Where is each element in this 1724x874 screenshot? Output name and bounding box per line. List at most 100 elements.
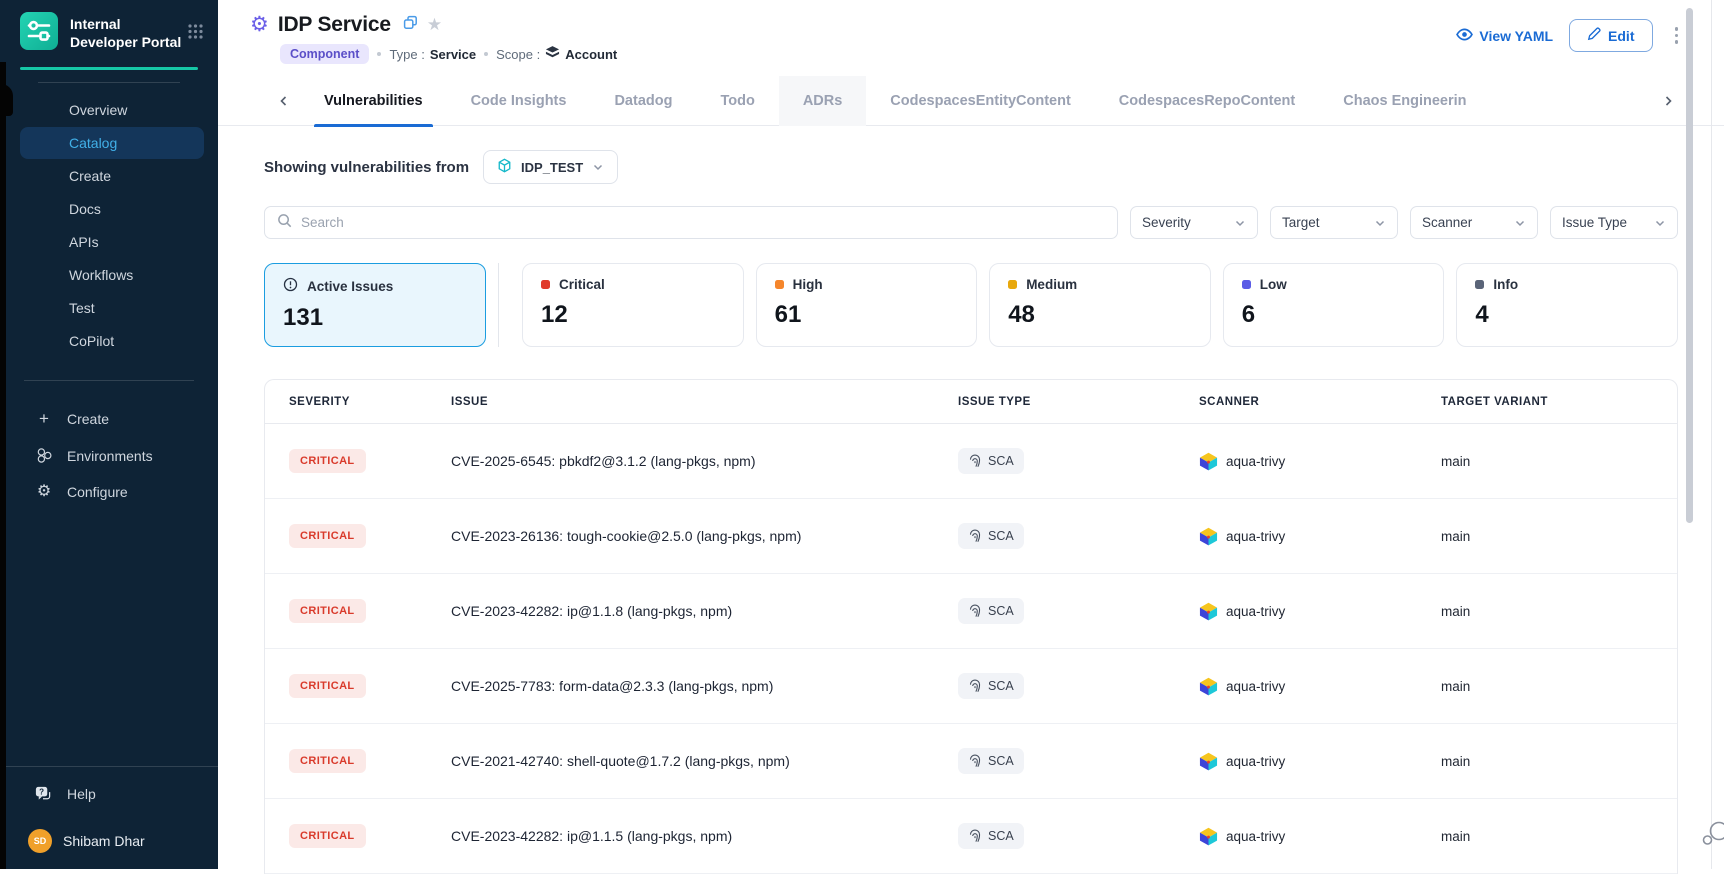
tab-code-insights[interactable]: Code Insights [447,76,591,126]
help-icon: ? [34,785,54,803]
low-card[interactable]: Low 6 [1223,263,1445,347]
medium-card[interactable]: Medium 48 [989,263,1211,347]
table-row[interactable]: CRITICAL CVE-2023-26136: tough-cookie@2.… [265,499,1677,574]
feedback-widget-icon[interactable] [1699,820,1724,855]
actions-divider [24,380,194,381]
copy-icon[interactable] [403,15,418,35]
target-select[interactable]: IDP_TEST [483,150,618,184]
sidebar-item-test[interactable]: Test [0,292,218,324]
sidebar-item-apis[interactable]: APIs [0,226,218,258]
sidebar-item-docs[interactable]: Docs [0,193,218,225]
search-box [264,206,1118,239]
stats-divider [498,263,499,347]
tab-bar: Vulnerabilities Code Insights Datadog To… [218,76,1724,126]
scanner-cell: aqua-trivy [1199,602,1441,621]
issue-type-chip: SCA [958,673,1024,699]
critical-card[interactable]: Critical 12 [522,263,744,347]
severity-filter-select[interactable]: Severity [1130,206,1258,239]
title-block: ⚙ IDP Service ★ Component Type : Service [250,13,1456,64]
info-value: 4 [1475,301,1659,329]
scope-bar-label: Showing vulnerabilities from [264,159,469,176]
environments-icon [34,447,54,464]
issue-cell: CVE-2025-6545: pbkdf2@3.1.2 (lang-pkgs, … [451,453,958,469]
layers-icon [545,45,560,63]
table-row[interactable]: CRITICAL CVE-2021-42740: shell-quote@1.7… [265,724,1677,799]
severity-badge: CRITICAL [289,524,366,548]
fingerprint-icon [968,604,982,618]
kind-badge[interactable]: Component [280,44,369,64]
col-target-variant: TARGET VARIANT [1441,396,1677,408]
search-input[interactable] [301,215,1105,230]
view-yaml-button[interactable]: View YAML [1456,26,1553,46]
sidebar-item-workflows[interactable]: Workflows [0,259,218,291]
severity-badge: CRITICAL [289,824,366,848]
info-card[interactable]: Info 4 [1456,263,1678,347]
high-dot [775,280,784,289]
filter-label: Severity [1142,215,1191,230]
tab-chaos-engineering[interactable]: Chaos Engineerin [1319,76,1490,126]
issue-type-chip: SCA [958,823,1024,849]
low-dot [1242,280,1251,289]
tab-codespaces-repo-content[interactable]: CodespacesRepoContent [1095,76,1319,126]
sidebar-action-create[interactable]: + Create [0,401,218,437]
table-row[interactable]: CRITICAL CVE-2023-42282: ip@1.1.8 (lang-… [265,574,1677,649]
table-row[interactable]: CRITICAL CVE-2025-6545: pbkdf2@3.1.2 (la… [265,424,1677,499]
edit-button[interactable]: Edit [1569,19,1652,52]
cube-icon [497,158,512,176]
tab-todo[interactable]: Todo [696,76,778,126]
tab-codespaces-entity-content[interactable]: CodespacesEntityContent [866,76,1094,126]
table-row[interactable]: CRITICAL CVE-2025-7783: form-data@2.3.3 … [265,649,1677,724]
tab-adrs[interactable]: ADRs [779,76,866,126]
sidebar-item-overview[interactable]: Overview [0,94,218,126]
type-label: Type : [389,47,424,62]
col-scanner: SCANNER [1199,396,1441,408]
medium-label: Medium [1026,277,1077,292]
sidebar-nav: Overview Catalog Create Docs APIs Workfl… [0,82,218,357]
tab-vulnerabilities[interactable]: Vulnerabilities [300,76,447,126]
target-variant-cell: main [1441,604,1677,619]
sidebar-item-create[interactable]: Create [0,160,218,192]
window-edge-line [1711,0,1712,869]
sidebar-item-catalog[interactable]: Catalog [20,127,204,159]
table-row[interactable]: CRITICAL CVE-2023-42282: ip@1.1.5 (lang-… [265,799,1677,874]
tabs-scroll-left-chevron-icon[interactable] [268,95,300,107]
user-item[interactable]: SD Shibam Dhar [0,817,218,869]
type-value: Service [430,47,476,62]
gear-icon: ⚙ [34,485,54,499]
apps-grid-icon[interactable] [187,23,204,45]
dot-separator [377,52,381,56]
scanner-filter-select[interactable]: Scanner [1410,206,1538,239]
sidebar: Internal Developer Portal Overview Catal… [0,0,218,869]
target-variant-cell: main [1441,679,1677,694]
medium-value: 48 [1008,301,1192,329]
action-label: Configure [67,484,128,500]
target-filter-select[interactable]: Target [1270,206,1398,239]
vulnerabilities-table: SEVERITY ISSUE ISSUE TYPE SCANNER TARGET… [264,379,1678,874]
filter-label: Scanner [1422,215,1472,230]
filter-bar: Severity Target Scanner Issue Type [264,206,1678,239]
more-options-kebab-icon[interactable] [1669,23,1685,48]
issue-type-chip: SCA [958,598,1024,624]
col-issue: ISSUE [451,396,958,408]
severity-badge: CRITICAL [289,599,366,623]
target-variant-cell: main [1441,529,1677,544]
svg-text:?: ? [39,788,44,797]
vertical-scrollbar[interactable] [1686,8,1693,523]
entity-meta: Component Type : Service Scope : Acco [280,44,1456,64]
help-item[interactable]: ? Help [0,767,218,817]
favorite-star-icon[interactable]: ★ [427,15,442,35]
sidebar-item-copilot[interactable]: CoPilot [0,325,218,357]
tabs-scroll-right-chevron-icon[interactable] [1652,95,1684,107]
high-card[interactable]: High 61 [756,263,978,347]
table-header-row: SEVERITY ISSUE ISSUE TYPE SCANNER TARGET… [265,380,1677,424]
scope-bar: Showing vulnerabilities from IDP_TEST [264,150,1678,184]
scope-value: Account [565,47,617,62]
sidebar-action-configure[interactable]: ⚙ Configure [0,474,218,510]
fingerprint-icon [968,529,982,543]
tab-datadog[interactable]: Datadog [590,76,696,126]
chevron-down-icon [592,161,604,173]
active-issues-card[interactable]: Active Issues 131 [264,263,486,347]
sidebar-action-environments[interactable]: Environments [0,437,218,474]
eye-icon [1456,26,1473,46]
issue-type-filter-select[interactable]: Issue Type [1550,206,1678,239]
